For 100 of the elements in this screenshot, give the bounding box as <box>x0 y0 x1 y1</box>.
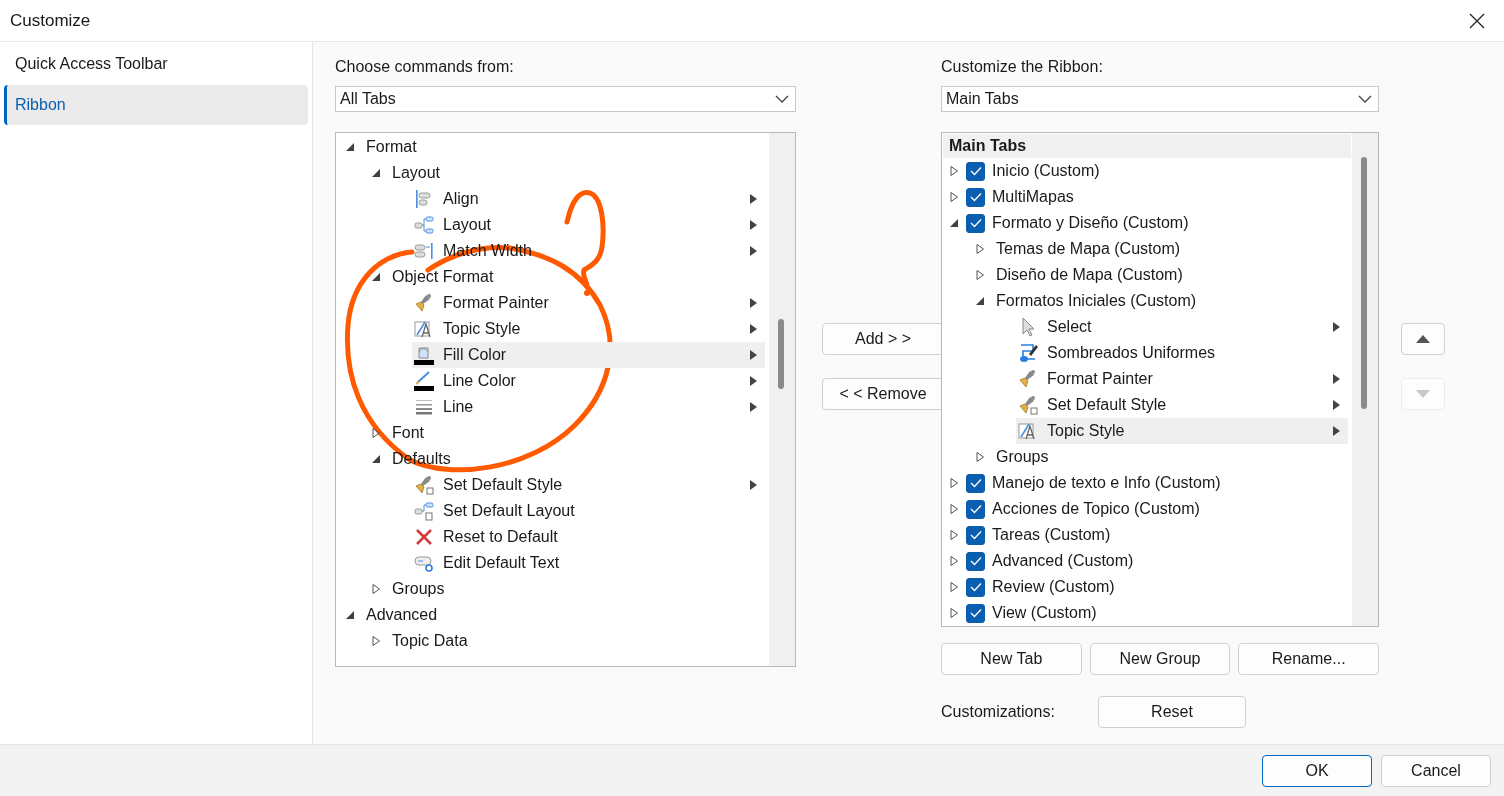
tree-node-label[interactable]: Manejo de texto e Info (Custom) <box>992 474 1221 492</box>
tree-node-label[interactable]: Object Format <box>392 268 494 286</box>
tree-item[interactable]: Set Default Style <box>1016 392 1348 418</box>
tree-item[interactable]: Reset to Default <box>412 524 765 550</box>
checkbox[interactable] <box>966 551 985 571</box>
tree-item[interactable]: Fill Color <box>412 342 765 368</box>
tree-node-label[interactable]: MultiMapas <box>992 188 1074 206</box>
checkbox[interactable] <box>966 187 985 207</box>
expand-icon[interactable] <box>948 165 960 177</box>
tree-node-label[interactable]: Layout <box>392 164 441 182</box>
collapse-icon[interactable] <box>948 217 960 229</box>
tree-node-label[interactable]: Acciones de Topico (Custom) <box>992 500 1200 518</box>
tree-item[interactable]: Edit Default Text <box>412 550 765 576</box>
tree-node-label[interactable]: Groups <box>392 580 445 598</box>
ok-button[interactable]: OK <box>1262 754 1372 787</box>
item-label: Topic Style <box>443 320 522 338</box>
ribbon-button[interactable]: New Tab <box>941 643 1082 675</box>
close-icon <box>1469 12 1485 29</box>
expand-icon[interactable] <box>948 581 960 593</box>
tree-node-label[interactable]: View (Custom) <box>992 604 1097 622</box>
tree-node-label[interactable]: Inicio (Custom) <box>992 162 1100 180</box>
tree-item[interactable]: Format Painter <box>1016 366 1348 392</box>
checkbox[interactable] <box>966 525 985 545</box>
tree-node-label[interactable]: Groups <box>996 448 1049 466</box>
tree-item[interactable]: Layout <box>412 212 765 238</box>
tree-item[interactable]: Set Default Style <box>412 472 765 498</box>
expand-icon[interactable] <box>948 503 960 515</box>
expand-icon[interactable] <box>974 243 986 255</box>
add-button[interactable]: Add > > <box>822 323 944 355</box>
collapse-icon[interactable] <box>370 167 382 179</box>
reset-button[interactable]: Reset <box>1098 696 1246 728</box>
tree-node-label[interactable]: Topic Data <box>392 632 468 650</box>
checkbox[interactable] <box>966 213 985 233</box>
tree-node-label[interactable]: Temas de Mapa (Custom) <box>996 240 1181 258</box>
scrollbar[interactable] <box>1352 133 1378 626</box>
tree-item[interactable]: Select <box>1016 314 1348 340</box>
collapse-icon[interactable] <box>344 141 356 153</box>
item-label: Align <box>443 190 480 208</box>
item-label: Layout <box>443 216 493 234</box>
remove-button[interactable]: < < Remove <box>822 378 944 410</box>
sidebar-item[interactable]: Quick Access Toolbar <box>4 44 308 84</box>
expand-icon[interactable] <box>948 191 960 203</box>
tree-item[interactable]: Line Color <box>412 368 765 394</box>
field-label: Customize the Ribbon: <box>941 57 1104 77</box>
checkbox[interactable] <box>966 577 985 597</box>
item-label: Set Default Style <box>443 476 564 494</box>
sidebar-item[interactable]: Ribbon <box>4 85 308 125</box>
collapse-icon[interactable] <box>344 609 356 621</box>
item-label: Edit Default Text <box>443 554 561 572</box>
tree-item[interactable]: Line <box>412 394 765 420</box>
collapse-icon[interactable] <box>370 453 382 465</box>
item-label: Reset to Default <box>443 528 559 546</box>
move-up-button[interactable] <box>1401 323 1445 355</box>
tree-node-label[interactable]: Diseño de Mapa (Custom) <box>996 266 1183 284</box>
expand-icon[interactable] <box>948 477 960 489</box>
layout-icon <box>413 500 435 522</box>
tree-item[interactable]: Format Painter <box>412 290 765 316</box>
expand-icon[interactable] <box>948 607 960 619</box>
checkbox[interactable] <box>966 161 985 181</box>
brush-icon <box>413 474 435 496</box>
item-label: Sombreados Uniformes <box>1047 344 1217 362</box>
item-label: Set Default Style <box>1047 396 1168 414</box>
tree-node-label[interactable]: Review (Custom) <box>992 578 1115 596</box>
expand-icon[interactable] <box>370 583 382 595</box>
expand-icon[interactable] <box>370 427 382 439</box>
ribbon-dropdown[interactable]: Main Tabs <box>941 86 1379 112</box>
tree-item[interactable]: Topic Style <box>1016 418 1348 444</box>
expand-icon[interactable] <box>370 635 382 647</box>
expand-icon[interactable] <box>948 555 960 567</box>
chevron-down-icon <box>775 95 789 103</box>
checkmark-icon <box>969 192 982 202</box>
commands-dropdown[interactable]: All Tabs <box>335 86 796 112</box>
checkbox[interactable] <box>966 499 985 519</box>
tree-node-label[interactable]: Advanced <box>366 606 438 624</box>
item-label: Fill Color <box>443 346 508 364</box>
tree-node-label[interactable]: Font <box>392 424 424 442</box>
checkmark-icon <box>969 218 982 228</box>
tree-item[interactable]: Align <box>412 186 765 212</box>
checkbox[interactable] <box>966 603 985 623</box>
checkbox[interactable] <box>966 473 985 493</box>
brush-icon <box>1017 394 1039 416</box>
ribbon-button[interactable]: Rename... <box>1238 643 1379 675</box>
cancel-button[interactable]: Cancel <box>1381 754 1491 787</box>
collapse-icon[interactable] <box>974 295 986 307</box>
tree-node-label[interactable]: Format <box>366 138 417 156</box>
item-label: Line <box>443 398 475 416</box>
scrollbar[interactable] <box>769 133 795 666</box>
tree-node-label[interactable]: Advanced (Custom) <box>992 552 1134 570</box>
tree-node-label[interactable]: Formatos Iniciales (Custom) <box>996 292 1197 310</box>
ribbon-button[interactable]: New Group <box>1089 643 1231 675</box>
tree-item[interactable]: Topic Style <box>412 316 765 342</box>
collapse-icon[interactable] <box>370 271 382 283</box>
triangle-up-icon <box>1416 335 1430 343</box>
tree-item[interactable]: Set Default Layout <box>412 498 765 524</box>
expand-icon[interactable] <box>974 269 986 281</box>
expand-icon[interactable] <box>948 529 960 541</box>
tree-item[interactable]: Sombreados Uniformes <box>1016 340 1348 366</box>
expand-icon[interactable] <box>974 451 986 463</box>
tree-node-label[interactable]: Formato y Diseño (Custom) <box>992 214 1189 232</box>
tree-node-label[interactable]: Tareas (Custom) <box>992 526 1111 544</box>
